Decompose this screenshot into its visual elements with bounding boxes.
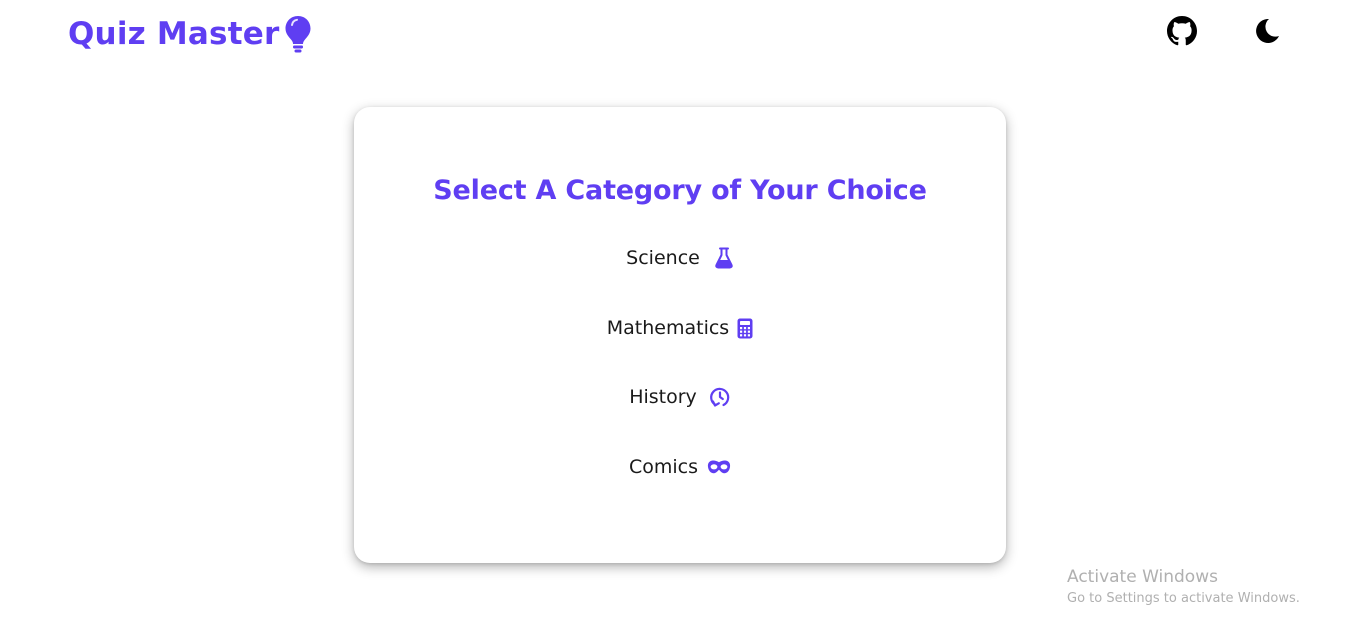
category-label: History <box>629 386 697 408</box>
moon-icon <box>1256 18 1279 43</box>
watermark-title: Activate Windows <box>1067 567 1218 587</box>
windows-watermark: Activate Windows Go to Settings to activ… <box>1067 566 1300 610</box>
lightbulb-icon <box>285 16 311 53</box>
watermark-subtitle: Go to Settings to activate Windows. <box>1067 591 1300 606</box>
category-mathematics[interactable]: Mathematics <box>354 311 1006 345</box>
history-icon <box>709 387 730 407</box>
category-label: Mathematics <box>606 317 730 339</box>
category-card: Select A Category of Your Choice Science… <box>354 107 1006 563</box>
app-title: Quiz Master <box>68 16 280 52</box>
mask-icon <box>707 460 731 474</box>
category-science[interactable]: Science <box>354 241 1006 275</box>
brand[interactable]: Quiz Master <box>68 14 313 54</box>
github-icon <box>1167 16 1197 46</box>
theme-toggle-button[interactable] <box>1250 15 1282 47</box>
card-title: Select A Category of Your Choice <box>433 175 927 206</box>
category-label: Comics <box>628 456 699 478</box>
category-comics[interactable]: Comics <box>354 450 1006 484</box>
category-history[interactable]: History <box>354 380 1006 414</box>
category-label: Science <box>626 247 700 269</box>
github-link[interactable] <box>1166 15 1198 47</box>
flask-icon <box>715 247 733 269</box>
calculator-icon <box>737 318 753 338</box>
